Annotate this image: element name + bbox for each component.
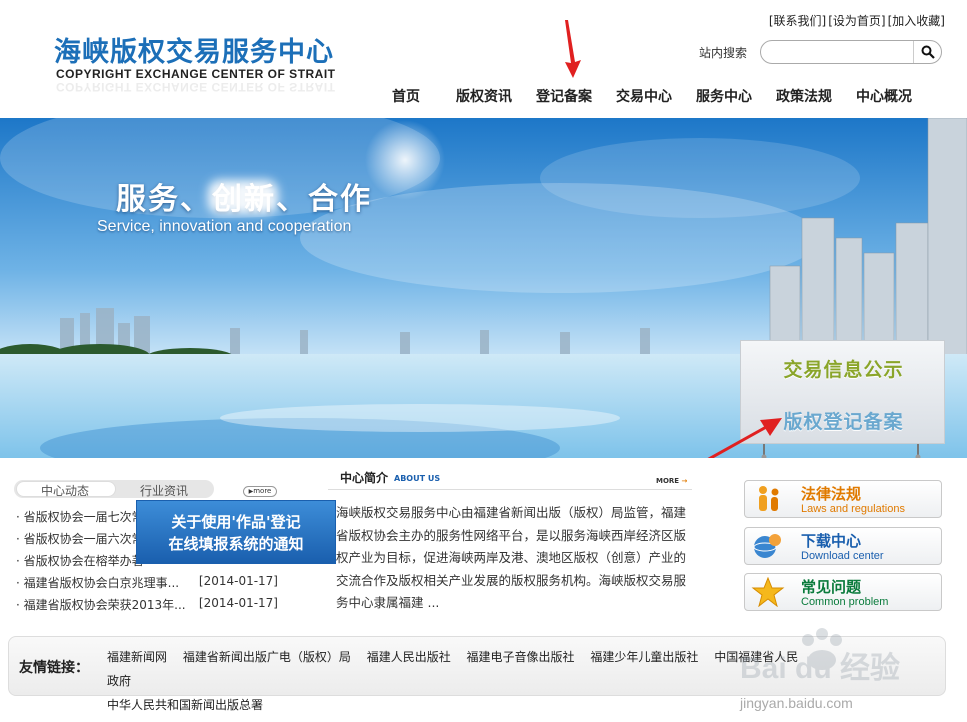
logo-english: COPYRIGHT EXCHANGE CENTER OF STRAIT [56,67,336,81]
news-date: [2014-01-17] [198,574,278,588]
service-faq[interactable]: 常见问题 Common problem [744,573,942,611]
search-box [760,40,942,64]
service-download-subtitle: Download center [801,550,884,562]
search-icon [921,45,935,59]
news-more-button[interactable]: ▶more [243,486,277,497]
intro-title: 中心简介 [340,471,389,485]
hook-right [915,444,921,458]
notice-line-2: 在线填报系统的通知 [168,535,304,553]
notice-banner[interactable]: 关于使用'作品'登记 在线填报系统的通知 [136,500,336,564]
tab-center-news[interactable]: 中心动态 [41,482,89,499]
trade-info-link[interactable]: 交易信息公示 [741,355,946,382]
logo-chinese[interactable]: 海峡版权交易服务中心 [54,30,334,69]
service-download-title: 下载中心 [801,532,862,550]
set-homepage-link[interactable]: [设为首页] [828,12,885,29]
main-nav: 首页 版权资讯 登记备案 交易中心 服务中心 政策法规 中心概况 [380,86,924,106]
site-header: 海峡版权交易服务中心 COPYRIGHT EXCHANGE CENTER OF … [0,0,967,118]
globe-icon [753,534,781,558]
friend-link[interactable]: 中华人民共和国新闻出版总署 [107,698,263,712]
watermark-text: Bai du 经验 [740,651,900,685]
intro-more-button[interactable]: MORE → [656,477,687,485]
arrow-right-icon: → [679,477,688,485]
friend-links-label: 友情链接： [19,660,89,676]
service-laws-subtitle: Laws and regulations [801,503,905,515]
news-title: · 省版权协会一届七次常 [16,510,144,524]
news-title: · 福建省版权协会荣获2013年... [16,598,186,612]
news-date: [2014-01-17] [198,596,278,610]
notice-line-1: 关于使用'作品'登记 [171,513,301,531]
nav-policy[interactable]: 政策法规 [764,86,844,106]
service-laws[interactable]: 法律法规 Laws and regulations [744,480,942,518]
people-icon [759,486,779,511]
search-input[interactable] [769,44,909,60]
top-links: [联系我们] [设为首页] [加入收藏] [769,12,945,29]
friend-link[interactable]: 福建人民出版社 [367,650,451,664]
logo-reflection: COPYRIGHT EXCHANGE CENTER OF STRAIT [56,80,336,94]
news-tabs: 中心动态 行业资讯 [14,480,214,498]
hero-banner: 服务、创新、合作 Service, innovation and coopera… [0,118,967,458]
news-item[interactable]: · 福建省版权协会白京兆理事... [2014-01-17] [16,574,286,591]
service-laws-title: 法律法规 [801,485,862,503]
red-arrow-annotation-2 [707,418,782,458]
nav-home[interactable]: 首页 [380,86,444,106]
intro-header: 中心简介 ABOUT US MORE → [328,466,692,490]
news-more-label: more [253,487,272,495]
intro-title-english: ABOUT US [394,474,441,483]
friend-link[interactable]: 福建新闻网 [107,650,167,664]
search-label: 站内搜索 [699,46,748,60]
service-faq-subtitle: Common problem [801,596,889,608]
slogan-blur-patch [208,180,278,214]
friend-link[interactable]: 福建省新闻出版广电（版权）局 [183,650,351,664]
star-icon [751,577,785,607]
friend-link[interactable]: 福建电子音像出版社 [467,650,575,664]
search-button[interactable] [913,41,941,63]
nav-about[interactable]: 中心概况 [844,86,924,106]
contact-us-link[interactable]: [联系我们] [769,12,826,29]
nav-service-center[interactable]: 服务中心 [684,86,764,106]
red-arrow-annotation [565,20,581,78]
news-title: · 福建省版权协会白京兆理事... [16,576,180,590]
news-item[interactable]: · 福建省版权协会荣获2013年... [2014-01-17] [16,596,286,613]
watermark-url: jingyan.baidu.com [740,695,853,711]
tab-industry-news[interactable]: 行业资讯 [140,482,188,499]
friend-link[interactable]: 福建少年儿童出版社 [590,650,698,664]
intro-text: 海峡版权交易服务中心由福建省新闻出版（版权）局监管，福建省版权协会主办的服务性网… [336,505,687,610]
intro-more-label: MORE [656,477,680,485]
friend-links-list: 福建新闻网 福建省新闻出版广电（版权）局 福建人民出版社 福建电子音像出版社 福… [107,645,807,717]
service-faq-title: 常见问题 [801,578,862,596]
banner-slogan-english: Service, innovation and cooperation [97,218,352,235]
add-favorite-link[interactable]: [加入收藏] [888,12,945,29]
nav-copyright-news[interactable]: 版权资讯 [444,86,524,106]
nav-registration[interactable]: 登记备案 [524,86,604,106]
nav-trade-center[interactable]: 交易中心 [604,86,684,106]
service-download[interactable]: 下载中心 Download center [744,527,942,565]
news-title: · 省版权协会在榕举办著 [16,554,144,568]
news-title: · 省版权协会一届六次常 [16,532,144,546]
